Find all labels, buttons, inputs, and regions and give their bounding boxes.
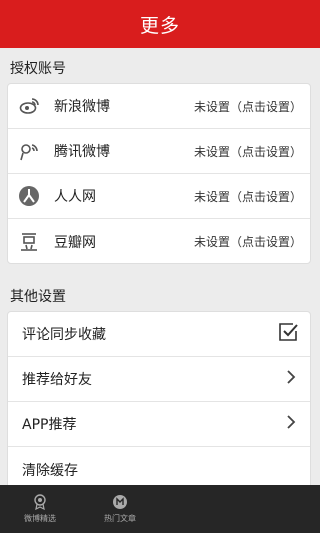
chevron-right-icon (286, 369, 296, 389)
weibo-icon (18, 95, 40, 117)
auth-accounts-card: 新浪微博 未设置（点击设置） 腾讯微博 未设置（点击设置） 人人网 未设置（点击… (7, 83, 311, 264)
tab-weibo-selection[interactable]: 微博精选 (0, 485, 80, 533)
tab-label: 热门文章 (104, 514, 136, 523)
account-name: 新浪微博 (54, 99, 110, 115)
badge-icon (32, 494, 48, 511)
account-name: 人人网 (54, 189, 96, 205)
account-row-tencent-weibo[interactable]: 腾讯微博 未设置（点击设置） (8, 129, 310, 174)
account-row-douban[interactable]: 豆瓣网 未设置（点击设置） (8, 219, 310, 264)
hot-article-icon (112, 494, 128, 510)
setting-row-recommend-friends[interactable]: 推荐给好友 (8, 357, 310, 402)
setting-label: 评论同步收藏 (22, 327, 106, 343)
setting-label: 推荐给好友 (22, 372, 92, 388)
page-title: 更多 (139, 14, 180, 37)
tab-label: 微博精选 (24, 514, 56, 523)
account-name: 豆瓣网 (54, 234, 96, 251)
auth-section-label: 授权账号 (10, 61, 66, 77)
account-status: 未设置（点击设置） (193, 144, 302, 159)
account-row-renren[interactable]: 人人网 未设置（点击设置） (8, 174, 310, 219)
setting-label: APP推荐 (22, 417, 77, 433)
douban-icon (18, 231, 40, 253)
account-status: 未设置（点击设置） (193, 99, 302, 114)
renren-icon (18, 185, 40, 207)
title-bar: 更多 (0, 0, 320, 48)
bottom-tab-bar: 微博精选 热门文章 (0, 485, 320, 533)
setting-label: 清除缓存 (22, 462, 78, 479)
checkbox-checked-icon[interactable] (278, 322, 298, 346)
other-section-label: 其他设置 (10, 289, 66, 305)
account-row-sina-weibo[interactable]: 新浪微博 未设置（点击设置） (8, 84, 310, 129)
setting-row-comment-sync[interactable]: 评论同步收藏 (8, 312, 310, 357)
account-status: 未设置（点击设置） (193, 189, 302, 204)
tab-hot-articles[interactable]: 热门文章 (80, 485, 160, 533)
other-settings-card: 评论同步收藏 推荐给好友 APP推荐 清除缓存 (7, 311, 311, 497)
chevron-right-icon (286, 414, 296, 434)
account-name: 腾讯微博 (54, 144, 110, 160)
tencent-weibo-icon (18, 140, 40, 162)
setting-row-app-recommend[interactable]: APP推荐 (8, 402, 310, 447)
account-status: 未设置（点击设置） (193, 235, 302, 249)
